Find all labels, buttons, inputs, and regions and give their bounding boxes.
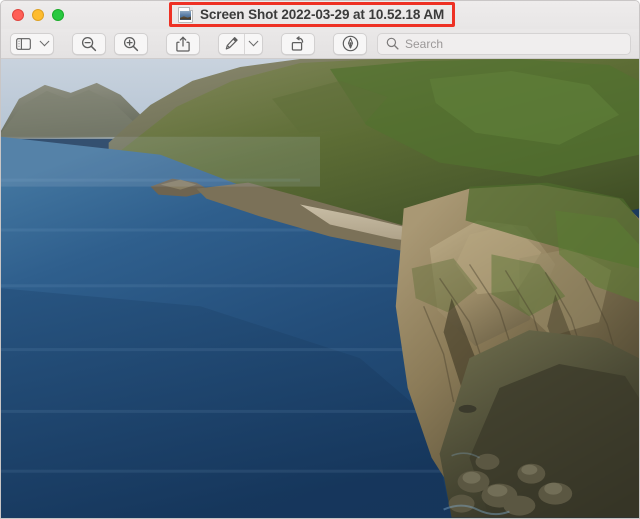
sidebar-toggle-button[interactable] xyxy=(10,32,54,55)
toolbar: Search xyxy=(1,29,639,59)
share-button[interactable] xyxy=(166,32,200,55)
maximize-button[interactable] xyxy=(52,9,64,21)
search-input[interactable]: Search xyxy=(377,32,631,55)
chevron-down-icon[interactable] xyxy=(36,34,53,54)
close-button[interactable] xyxy=(12,9,24,21)
pen-icon xyxy=(219,34,244,54)
markup-button[interactable] xyxy=(218,32,263,55)
search-placeholder: Search xyxy=(405,36,444,51)
sidebar-icon xyxy=(11,34,36,54)
image-document-icon xyxy=(178,6,193,23)
image-canvas[interactable] xyxy=(1,59,639,518)
minimize-button[interactable] xyxy=(32,9,44,21)
zoom-in-icon xyxy=(123,36,139,52)
zoom-in-button[interactable] xyxy=(114,32,148,55)
chevron-down-icon[interactable] xyxy=(244,33,262,54)
title-bar: Screen Shot 2022-03-29 at 10.52.18 AM xyxy=(1,1,639,29)
traffic-light-group xyxy=(1,9,64,21)
title-annotation-rectangle: Screen Shot 2022-03-29 at 10.52.18 AM xyxy=(169,2,456,27)
pen-nib-circle-icon xyxy=(342,35,359,52)
preview-window: Screen Shot 2022-03-29 at 10.52.18 AM Se… xyxy=(0,0,640,519)
coastal-cliff-photograph xyxy=(1,59,639,518)
zoom-out-button[interactable] xyxy=(72,32,106,55)
share-icon xyxy=(176,36,190,52)
zoom-out-icon xyxy=(81,36,97,52)
page-title: Screen Shot 2022-03-29 at 10.52.18 AM xyxy=(200,7,445,22)
search-icon xyxy=(386,37,399,50)
annotate-button[interactable] xyxy=(333,32,367,55)
rotate-button[interactable] xyxy=(281,32,315,55)
rotate-left-icon xyxy=(290,35,306,52)
